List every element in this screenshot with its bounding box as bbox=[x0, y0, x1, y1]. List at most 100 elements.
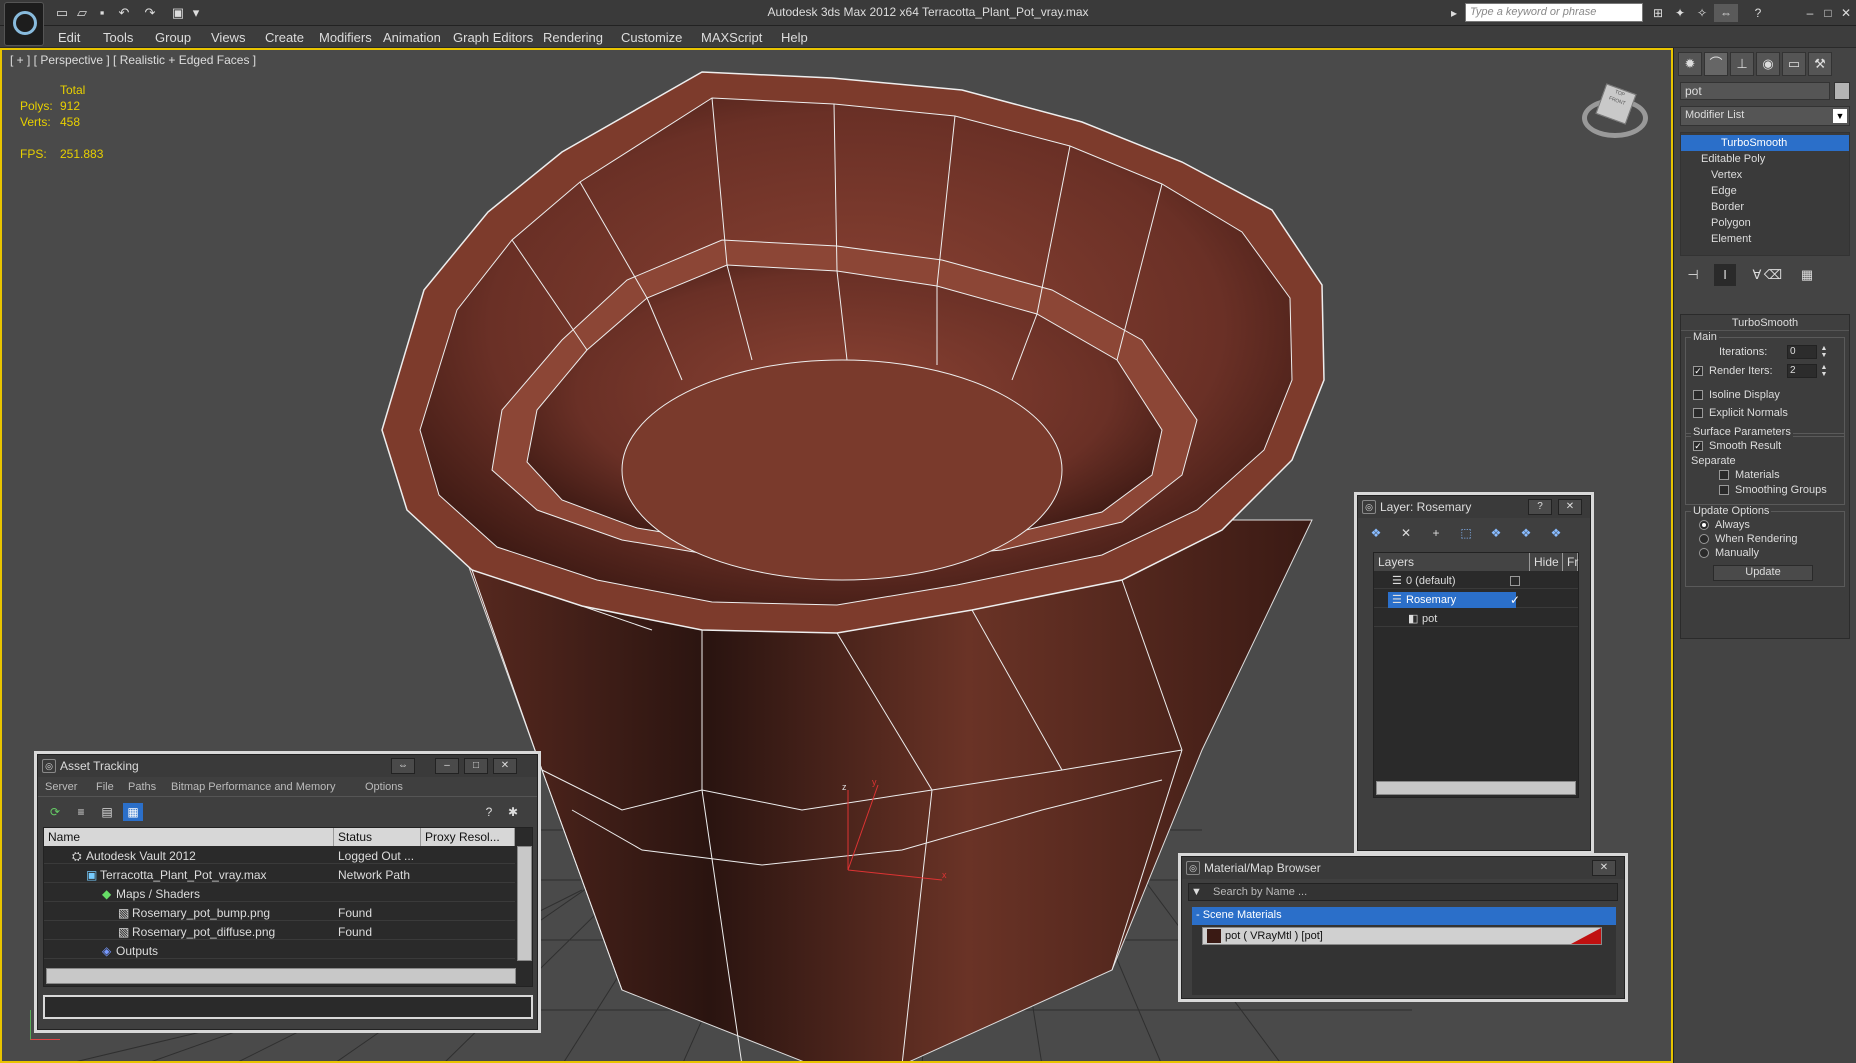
at-menu-file[interactable]: File bbox=[96, 781, 114, 793]
dock-button[interactable]: ⇔ bbox=[391, 758, 415, 774]
refresh-icon[interactable]: ⟳ bbox=[45, 803, 65, 821]
menu-create[interactable]: Create bbox=[265, 30, 304, 45]
add-to-layer-icon[interactable]: + bbox=[1426, 524, 1446, 542]
help-icon[interactable]: ? bbox=[1748, 4, 1768, 22]
layer-row-default[interactable]: ☰ 0 (default) bbox=[1374, 573, 1578, 589]
asset-tracking-titlebar[interactable]: ◎ Asset Tracking ⇔ – □ ✕ bbox=[38, 755, 537, 777]
freeze-all-icon[interactable]: ❖ bbox=[1546, 524, 1566, 542]
display-tab-icon[interactable]: ▭ bbox=[1782, 52, 1806, 76]
help-icon[interactable]: ? bbox=[479, 803, 499, 821]
hide-all-icon[interactable]: ❖ bbox=[1516, 524, 1536, 542]
stack-item-editable-poly[interactable]: Editable Poly bbox=[1681, 151, 1849, 167]
select-in-layer-icon[interactable]: ⬚ bbox=[1456, 524, 1476, 542]
layer-row-pot[interactable]: ◧ pot bbox=[1374, 611, 1578, 627]
subscription-icon[interactable]: ✦ bbox=[1670, 4, 1690, 22]
modifier-list-dropdown[interactable]: Modifier List ▼ bbox=[1680, 106, 1850, 126]
layer-horizontal-scrollbar[interactable] bbox=[1376, 781, 1576, 795]
search-dropdown-icon[interactable]: ▼ bbox=[1191, 886, 1202, 898]
smoothing-groups-checkbox[interactable] bbox=[1719, 485, 1729, 495]
viewport-label[interactable]: [ + ] [ Perspective ] [ Realistic + Edge… bbox=[10, 53, 256, 67]
menu-rendering[interactable]: Rendering bbox=[543, 30, 603, 45]
open-icon[interactable]: ▱ bbox=[72, 4, 92, 22]
table-row[interactable]: ⛭ Autodesk Vault 2012 Logged Out ... bbox=[44, 848, 515, 864]
pin-stack-icon[interactable]: ⊣ bbox=[1682, 264, 1704, 286]
maximize-button[interactable]: □ bbox=[464, 758, 488, 774]
menu-modifiers[interactable]: Modifiers bbox=[319, 30, 372, 45]
at-menu-bitmap-performance[interactable]: Bitmap Performance and Memory bbox=[171, 781, 335, 793]
object-color-swatch[interactable] bbox=[1834, 82, 1850, 100]
save-icon[interactable]: ▪ bbox=[92, 4, 112, 22]
column-hide[interactable]: Hide bbox=[1530, 553, 1563, 571]
menu-animation[interactable]: Animation bbox=[383, 30, 441, 45]
at-menu-server[interactable]: Server bbox=[45, 781, 77, 793]
minimize-icon[interactable]: – bbox=[1800, 4, 1820, 22]
layer-close-button[interactable]: ✕ bbox=[1558, 499, 1582, 515]
favorites-icon[interactable]: ⇔ bbox=[1714, 4, 1738, 22]
hierarchy-tab-icon[interactable]: ⊥ bbox=[1730, 52, 1754, 76]
new-layer-icon[interactable]: ❖ bbox=[1366, 524, 1386, 542]
column-status[interactable]: Status bbox=[334, 828, 421, 846]
settings-help-icon[interactable]: ✱ bbox=[503, 803, 523, 821]
stack-item-vertex[interactable]: Vertex bbox=[1681, 167, 1849, 183]
active-layer-checkmark-icon[interactable]: ✓ bbox=[1510, 592, 1520, 608]
modify-tab-icon[interactable]: ⌒ bbox=[1704, 52, 1728, 76]
material-search-field[interactable]: ▼ Search by Name ... bbox=[1188, 883, 1618, 901]
asset-path-field[interactable] bbox=[43, 995, 533, 1019]
table-row[interactable]: ▧ Rosemary_pot_diffuse.png Found bbox=[44, 924, 515, 940]
create-tab-icon[interactable]: ✹ bbox=[1678, 52, 1702, 76]
column-freeze[interactable]: Fr bbox=[1563, 553, 1578, 571]
manually-radio[interactable] bbox=[1699, 548, 1709, 558]
iterations-spinner-arrows[interactable]: ▲ ▼ bbox=[1819, 345, 1829, 359]
isoline-display-checkbox[interactable] bbox=[1693, 390, 1703, 400]
menu-help[interactable]: Help bbox=[781, 30, 808, 45]
menu-group[interactable]: Group bbox=[155, 30, 191, 45]
material-item-pot[interactable]: pot ( VRayMtl ) [pot] bbox=[1202, 927, 1602, 945]
viewcube[interactable]: TOP FRONT bbox=[1580, 80, 1650, 150]
table-row[interactable]: ◆ Maps / Shaders bbox=[44, 886, 515, 902]
menu-views[interactable]: Views bbox=[211, 30, 245, 45]
when-rendering-radio[interactable] bbox=[1699, 534, 1709, 544]
object-name-field[interactable]: pot bbox=[1680, 82, 1830, 100]
materials-checkbox[interactable] bbox=[1719, 470, 1729, 480]
layer-help-button[interactable]: ? bbox=[1528, 499, 1552, 515]
remove-modifier-icon[interactable]: ⌫ bbox=[1762, 264, 1784, 286]
table-row[interactable]: ◈ Outputs bbox=[44, 943, 515, 959]
material-browser-close-button[interactable]: ✕ bbox=[1592, 860, 1616, 876]
explicit-normals-checkbox[interactable] bbox=[1693, 408, 1703, 418]
close-icon[interactable]: ✕ bbox=[1836, 4, 1856, 22]
utilities-tab-icon[interactable]: ⚒ bbox=[1808, 52, 1832, 76]
always-radio[interactable] bbox=[1699, 520, 1709, 530]
undo-icon[interactable]: ↶ bbox=[114, 4, 134, 22]
layer-row-rosemary[interactable]: ☰ Rosemary ✓ bbox=[1374, 592, 1578, 608]
quick-access-dropdown-icon[interactable]: ▾ bbox=[186, 4, 206, 22]
motion-tab-icon[interactable]: ◉ bbox=[1756, 52, 1780, 76]
table-view-icon[interactable]: ▤ bbox=[97, 803, 117, 821]
perspective-viewport[interactable]: x y z [ + ] [ Perspective ] [ Realistic … bbox=[0, 48, 1673, 1063]
iterations-spinner[interactable]: 0 bbox=[1787, 345, 1817, 359]
update-button[interactable]: Update bbox=[1713, 565, 1813, 581]
menu-tools[interactable]: Tools bbox=[103, 30, 133, 45]
communication-center-icon[interactable]: ✧ bbox=[1692, 4, 1712, 22]
at-menu-options[interactable]: Options bbox=[365, 781, 403, 793]
table-row[interactable]: ▣ Terracotta_Plant_Pot_vray.max Network … bbox=[44, 867, 515, 883]
column-proxy-resolution[interactable]: Proxy Resol... bbox=[421, 828, 515, 846]
stack-item-border[interactable]: Border bbox=[1681, 199, 1849, 215]
render-iters-checkbox[interactable]: ✓ bbox=[1693, 366, 1703, 376]
render-iters-spinner-arrows[interactable]: ▲ ▼ bbox=[1819, 364, 1829, 378]
app-menu-button[interactable] bbox=[4, 2, 44, 46]
stack-item-element[interactable]: Element bbox=[1681, 231, 1849, 247]
stack-item-polygon[interactable]: Polygon bbox=[1681, 215, 1849, 231]
menu-edit[interactable]: Edit bbox=[58, 30, 80, 45]
configure-modifier-sets-icon[interactable]: ▦ bbox=[1796, 264, 1818, 286]
binoculars-icon[interactable]: ⊞ bbox=[1648, 4, 1668, 22]
delete-layer-icon[interactable]: ✕ bbox=[1396, 524, 1416, 542]
layer-dialog-titlebar[interactable]: ◎ Layer: Rosemary ? ✕ bbox=[1358, 496, 1590, 518]
show-end-result-icon[interactable]: I bbox=[1714, 264, 1736, 286]
list-view-icon[interactable]: ≡ bbox=[71, 803, 91, 821]
column-layers[interactable]: Layers bbox=[1374, 553, 1530, 571]
grid-view-icon[interactable]: ▦ bbox=[123, 803, 143, 821]
current-layer-checkbox[interactable] bbox=[1510, 576, 1520, 586]
stack-item-turbosmooth[interactable]: TurboSmooth bbox=[1681, 135, 1849, 151]
menu-graph-editors[interactable]: Graph Editors bbox=[453, 30, 533, 45]
close-button[interactable]: ✕ bbox=[493, 758, 517, 774]
